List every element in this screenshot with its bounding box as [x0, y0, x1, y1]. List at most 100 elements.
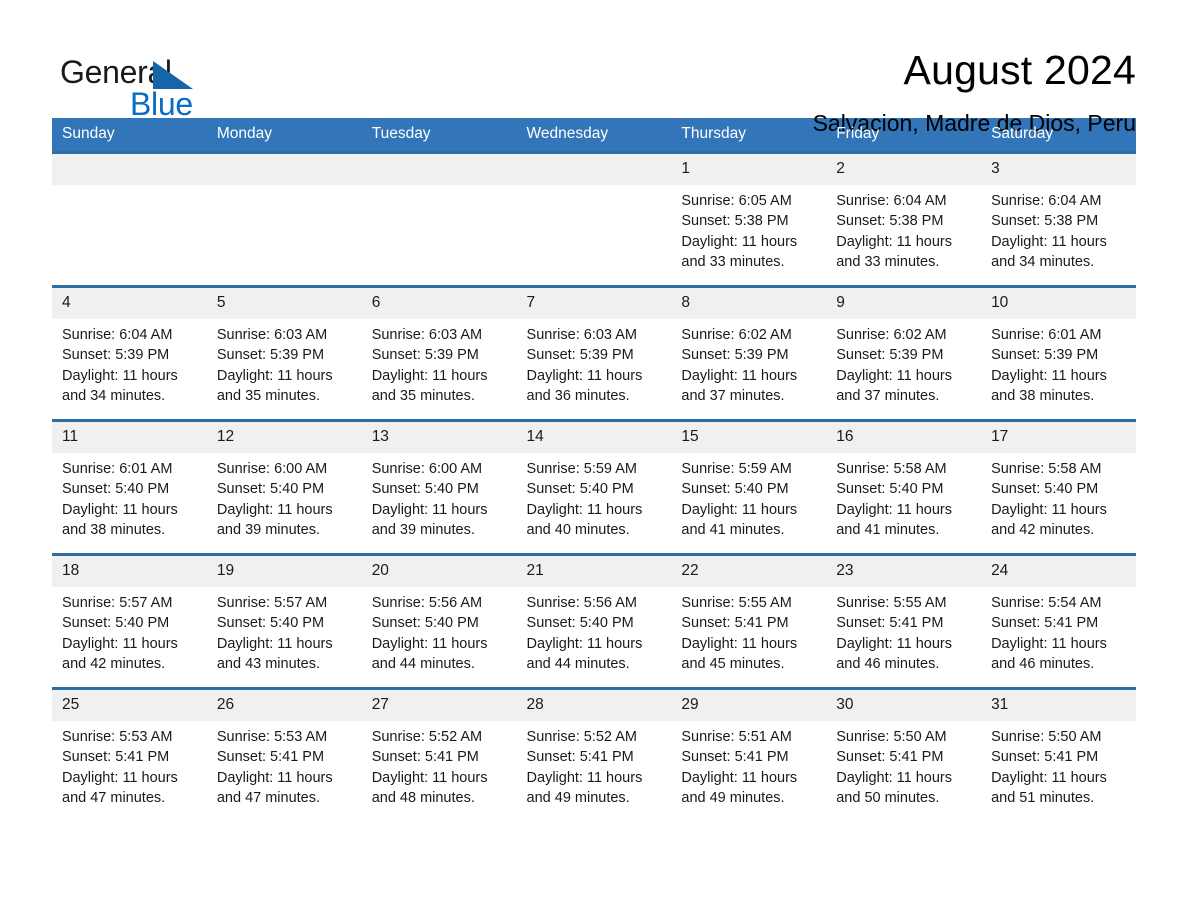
- daylight-text: Daylight: 11 hours and 49 minutes.: [526, 769, 643, 806]
- calendar-day-cell[interactable]: 5 Sunrise: 6:03 AM Sunset: 5:39 PM Daylight…: [206, 285, 362, 421]
- calendar-day-cell[interactable]: 30 Sunrise: 5:50 AM Sunset: 5:41 PM Dayligh…: [826, 687, 982, 821]
- calendar-day-cell[interactable]: 29 Sunrise: 5:51 AM Sunset: 5:41 PM Dayligh…: [671, 687, 827, 821]
- calendar-day-cell[interactable]: 15 Sunrise: 5:59 AM Sunset: 5:40 PM Dayligh…: [671, 419, 827, 555]
- day-number: [206, 154, 362, 185]
- sunrise-text: Sunrise: 6:04 AM: [991, 193, 1102, 209]
- daylight-text: Daylight: 11 hours and 33 minutes.: [681, 233, 798, 270]
- calendar-day-cell[interactable]: 4 Sunrise: 6:04 AM Sunset: 5:39 PM Daylight…: [52, 285, 207, 421]
- calendar-page: General Blue August 2024 Salvacion, Madr…: [0, 0, 1188, 918]
- sunset-text: Sunset: 5:41 PM: [991, 749, 1099, 766]
- sunrise-text: Sunrise: 5:54 AM: [991, 595, 1102, 611]
- calendar-day-cell[interactable]: 22 Sunrise: 5:55 AM Sunset: 5:41 PM Dayligh…: [671, 553, 827, 689]
- daylight-text: Daylight: 11 hours and 49 minutes.: [681, 769, 798, 806]
- daylight-text: Daylight: 11 hours and 37 minutes.: [681, 367, 798, 404]
- sunrise-text: Sunrise: 5:57 AM: [62, 595, 173, 611]
- sunset-text: Sunset: 5:40 PM: [991, 481, 1099, 498]
- daylight-text: Daylight: 11 hours and 44 minutes.: [526, 635, 643, 672]
- day-number: 1: [671, 154, 827, 185]
- sunset-text: Sunset: 5:38 PM: [991, 213, 1099, 230]
- sunset-text: Sunset: 5:40 PM: [371, 615, 479, 632]
- calendar-cell-empty: [361, 151, 517, 287]
- daylight-text: Daylight: 11 hours and 38 minutes.: [62, 501, 178, 538]
- sunset-text: Sunset: 5:41 PM: [991, 615, 1099, 632]
- daylight-text: Daylight: 11 hours and 42 minutes.: [62, 635, 178, 672]
- calendar-cell-empty: [516, 151, 672, 287]
- calendar-day-cell[interactable]: 16 Sunrise: 5:58 AM Sunset: 5:40 PM Dayligh…: [826, 419, 982, 555]
- sunrise-text: Sunrise: 6:05 AM: [681, 193, 792, 209]
- calendar-day-cell[interactable]: 24 Sunrise: 5:54 AM Sunset: 5:41 PM Dayligh…: [981, 553, 1136, 689]
- calendar-week-row: 18 Sunrise: 5:57 AM Sunset: 5:40 PM Dayligh…: [52, 553, 1136, 689]
- day-details: Sunrise: 5:53 AM Sunset: 5:41 PM Daylight:…: [207, 721, 362, 808]
- day-details: Sunrise: 5:55 AM Sunset: 5:41 PM Daylight:…: [671, 587, 826, 674]
- day-details: Sunrise: 5:50 AM Sunset: 5:41 PM Daylight:…: [826, 721, 981, 808]
- day-number: [52, 154, 207, 185]
- calendar-day-cell[interactable]: 27 Sunrise: 5:52 AM Sunset: 5:41 PM Dayligh…: [361, 687, 517, 821]
- sunrise-text: Sunrise: 6:01 AM: [991, 327, 1102, 343]
- calendar-day-cell[interactable]: 21 Sunrise: 5:56 AM Sunset: 5:40 PM Dayligh…: [516, 553, 672, 689]
- sunrise-text: Sunrise: 5:56 AM: [526, 595, 637, 611]
- day-number: 6: [361, 288, 517, 319]
- sunset-text: Sunset: 5:38 PM: [836, 213, 944, 230]
- daylight-text: Daylight: 11 hours and 39 minutes.: [216, 501, 333, 538]
- daylight-text: Daylight: 11 hours and 40 minutes.: [526, 501, 643, 538]
- day-number: 27: [361, 690, 517, 721]
- calendar-day-cell[interactable]: 12 Sunrise: 6:00 AM Sunset: 5:40 PM Dayligh…: [206, 419, 362, 555]
- daylight-text: Daylight: 11 hours and 51 minutes.: [991, 769, 1107, 806]
- calendar-day-cell[interactable]: 25 Sunrise: 5:53 AM Sunset: 5:41 PM Dayligh…: [52, 687, 207, 821]
- sunrise-text: Sunrise: 5:53 AM: [62, 729, 173, 745]
- calendar-day-cell[interactable]: 14 Sunrise: 5:59 AM Sunset: 5:40 PM Dayligh…: [516, 419, 672, 555]
- daylight-text: Daylight: 11 hours and 36 minutes.: [526, 367, 643, 404]
- daylight-text: Daylight: 11 hours and 41 minutes.: [681, 501, 798, 538]
- calendar-day-cell[interactable]: 13 Sunrise: 6:00 AM Sunset: 5:40 PM Dayligh…: [361, 419, 517, 555]
- day-details: Sunrise: 6:04 AM Sunset: 5:38 PM Daylight:…: [981, 185, 1136, 272]
- sunrise-text: Sunrise: 5:57 AM: [216, 595, 328, 611]
- day-details: Sunrise: 5:57 AM Sunset: 5:40 PM Daylight:…: [52, 587, 207, 674]
- calendar-week-row: 4 Sunrise: 6:04 AM Sunset: 5:39 PM Daylight…: [52, 285, 1136, 421]
- calendar-day-cell[interactable]: 9 Sunrise: 6:02 AM Sunset: 5:39 PM Daylight…: [826, 285, 982, 421]
- calendar-day-cell[interactable]: 20 Sunrise: 5:56 AM Sunset: 5:40 PM Dayligh…: [361, 553, 517, 689]
- calendar-day-cell[interactable]: 26 Sunrise: 5:53 AM Sunset: 5:41 PM Dayligh…: [206, 687, 362, 821]
- calendar-day-cell[interactable]: 2 Sunrise: 6:04 AM Sunset: 5:38 PM Daylight…: [826, 151, 982, 287]
- day-number: [361, 154, 517, 185]
- day-details: Sunrise: 5:59 AM Sunset: 5:40 PM Daylight:…: [517, 453, 672, 540]
- day-number: 17: [981, 422, 1136, 453]
- daylight-text: Daylight: 11 hours and 47 minutes.: [62, 769, 178, 806]
- calendar-day-cell[interactable]: 31 Sunrise: 5:50 AM Sunset: 5:41 PM Dayligh…: [981, 687, 1136, 821]
- day-number: 3: [981, 154, 1136, 185]
- sunrise-text: Sunrise: 5:58 AM: [991, 461, 1102, 477]
- day-number: 10: [981, 288, 1136, 319]
- calendar-day-cell[interactable]: 17 Sunrise: 5:58 AM Sunset: 5:40 PM Dayligh…: [981, 419, 1136, 555]
- calendar-day-cell[interactable]: 23 Sunrise: 5:55 AM Sunset: 5:41 PM Dayligh…: [826, 553, 982, 689]
- day-details: Sunrise: 5:59 AM Sunset: 5:40 PM Daylight:…: [671, 453, 826, 540]
- calendar-day-cell[interactable]: 3 Sunrise: 6:04 AM Sunset: 5:38 PM Daylight…: [981, 151, 1136, 287]
- sunrise-text: Sunrise: 6:03 AM: [216, 327, 328, 343]
- sunset-text: Sunset: 5:40 PM: [216, 615, 325, 632]
- calendar-day-cell[interactable]: 7 Sunrise: 6:03 AM Sunset: 5:39 PM Daylight…: [516, 285, 672, 421]
- calendar-day-cell[interactable]: 1 Sunrise: 6:05 AM Sunset: 5:38 PM Daylight…: [671, 151, 827, 287]
- calendar-day-cell[interactable]: 28 Sunrise: 5:52 AM Sunset: 5:41 PM Dayligh…: [516, 687, 672, 821]
- daylight-text: Daylight: 11 hours and 34 minutes.: [62, 367, 178, 404]
- calendar-day-cell[interactable]: 18 Sunrise: 5:57 AM Sunset: 5:40 PM Dayligh…: [52, 553, 207, 689]
- sunset-text: Sunset: 5:41 PM: [216, 749, 325, 766]
- calendar-day-cell[interactable]: 8 Sunrise: 6:02 AM Sunset: 5:39 PM Daylight…: [671, 285, 827, 421]
- calendar-day-cell[interactable]: 6 Sunrise: 6:03 AM Sunset: 5:39 PM Daylight…: [361, 285, 517, 421]
- general-blue-logo[interactable]: General Blue: [52, 44, 252, 124]
- calendar-day-cell[interactable]: 11 Sunrise: 6:01 AM Sunset: 5:40 PM Dayligh…: [52, 419, 207, 555]
- day-number: 30: [826, 690, 982, 721]
- day-details: Sunrise: 5:52 AM Sunset: 5:41 PM Daylight:…: [362, 721, 517, 808]
- day-details: Sunrise: 6:03 AM Sunset: 5:39 PM Daylight:…: [517, 319, 672, 406]
- day-number: 9: [826, 288, 982, 319]
- daylight-text: Daylight: 11 hours and 42 minutes.: [991, 501, 1107, 538]
- calendar-day-cell[interactable]: 19 Sunrise: 5:57 AM Sunset: 5:40 PM Dayligh…: [206, 553, 362, 689]
- day-details: Sunrise: 5:57 AM Sunset: 5:40 PM Daylight:…: [207, 587, 362, 674]
- sunrise-text: Sunrise: 5:56 AM: [371, 595, 483, 611]
- sunset-text: Sunset: 5:41 PM: [836, 615, 944, 632]
- sunset-text: Sunset: 5:40 PM: [62, 481, 170, 498]
- calendar-table: Sunday Monday Tuesday Wednesday Thursday…: [52, 118, 1136, 821]
- calendar-day-cell[interactable]: 10 Sunrise: 6:01 AM Sunset: 5:39 PM Dayligh…: [981, 285, 1136, 421]
- logo-text-blue: Blue: [130, 86, 193, 122]
- daylight-text: Daylight: 11 hours and 50 minutes.: [836, 769, 953, 806]
- day-details: Sunrise: 5:58 AM Sunset: 5:40 PM Daylight:…: [981, 453, 1136, 540]
- day-details: Sunrise: 5:53 AM Sunset: 5:41 PM Daylight:…: [52, 721, 207, 808]
- weekday-header-wednesday: Wednesday: [516, 118, 672, 153]
